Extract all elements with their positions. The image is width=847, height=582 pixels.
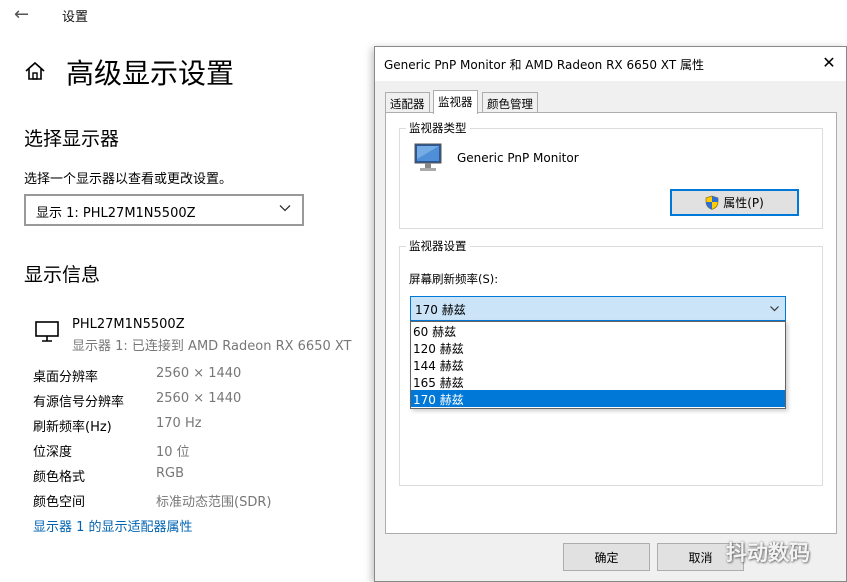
ok-button[interactable]: 确定 [563, 543, 650, 571]
back-arrow-icon[interactable]: ← [14, 5, 34, 25]
info-value: 10 位 [156, 445, 190, 460]
monitor-properties-button[interactable]: 属性(P) [670, 189, 799, 216]
monitor-name: PHL27M1N5500Z [72, 317, 185, 332]
monitor-settings-group: 监视器设置 屏幕刷新频率(S): 170 赫兹 60 赫兹 120 赫兹 144… [399, 238, 823, 486]
dialog-titlebar: Generic PnP Monitor 和 AMD Radeon RX 6650… [375, 47, 846, 81]
monitor-type-group: 监视器类型 Generic PnP Monitor 属性(P) [399, 120, 823, 229]
select-display-heading: 选择显示器 [24, 128, 120, 150]
monitor-connection: 显示器 1: 已连接到 AMD Radeon RX 6650 XT [72, 339, 352, 354]
info-key: 有源信号分辨率 [33, 395, 125, 410]
info-value: 标准动态范围(SDR) [156, 495, 272, 510]
info-key: 颜色空间 [33, 495, 86, 510]
monitor-icon [414, 143, 442, 171]
info-value: 170 Hz [156, 416, 202, 431]
close-icon[interactable]: ✕ [820, 54, 838, 72]
properties-button-label: 属性(P) [723, 196, 764, 210]
dialog-title: Generic PnP Monitor 和 AMD Radeon RX 6650… [384, 58, 704, 72]
monitor-type-name: Generic PnP Monitor [457, 151, 579, 165]
properties-dialog: Generic PnP Monitor 和 AMD Radeon RX 6650… [374, 46, 847, 582]
info-key: 位深度 [33, 445, 73, 460]
refresh-option-120[interactable]: 120 赫兹 [411, 339, 785, 356]
select-display-hint: 选择一个显示器以查看或更改设置。 [24, 172, 233, 187]
display-select-value: 显示 1: PHL27M1N5500Z [36, 206, 196, 221]
monitor-settings-group-label: 监视器设置 [406, 238, 470, 254]
display-adapter-properties-link[interactable]: 显示器 1 的显示适配器属性 [33, 516, 193, 535]
info-value: RGB [156, 466, 185, 481]
app-title: 设置 [62, 10, 89, 25]
home-icon [25, 61, 45, 80]
chevron-down-icon [279, 205, 291, 212]
watermark-text: 抖动数码 [726, 541, 810, 565]
info-key: 刷新频率(Hz) [33, 420, 112, 435]
info-value: 2560 × 1440 [156, 366, 242, 381]
refresh-rate-dropdown: 60 赫兹 120 赫兹 144 赫兹 165 赫兹 170 赫兹 [410, 321, 786, 409]
shield-icon [705, 195, 719, 210]
refresh-rate-select[interactable]: 170 赫兹 [410, 296, 786, 321]
refresh-option-165[interactable]: 165 赫兹 [411, 373, 785, 390]
info-key: 颜色格式 [33, 470, 86, 485]
refresh-rate-label: 屏幕刷新频率(S): [409, 272, 499, 286]
info-key: 桌面分辨率 [33, 370, 99, 385]
monitor-type-group-label: 监视器类型 [406, 120, 470, 136]
refresh-option-144[interactable]: 144 赫兹 [411, 356, 785, 373]
tab-monitor[interactable]: 监视器 [433, 90, 478, 114]
display-select[interactable]: 显示 1: PHL27M1N5500Z [24, 194, 304, 226]
info-value: 2560 × 1440 [156, 391, 242, 406]
tab-adapter[interactable]: 适配器 [385, 92, 430, 112]
monitor-icon [35, 321, 59, 342]
refresh-option-170[interactable]: 170 赫兹 [411, 390, 785, 407]
tab-color-management[interactable]: 颜色管理 [482, 92, 538, 112]
page-title: 高级显示设置 [66, 57, 235, 90]
display-info-heading: 显示信息 [24, 264, 101, 286]
refresh-rate-selected: 170 赫兹 [415, 303, 466, 317]
monitor-tab-panel: 监视器类型 Generic PnP Monitor 属性(P) 监视器设置 屏幕… [385, 112, 837, 534]
refresh-option-60[interactable]: 60 赫兹 [411, 322, 785, 339]
chevron-down-icon [770, 306, 779, 312]
